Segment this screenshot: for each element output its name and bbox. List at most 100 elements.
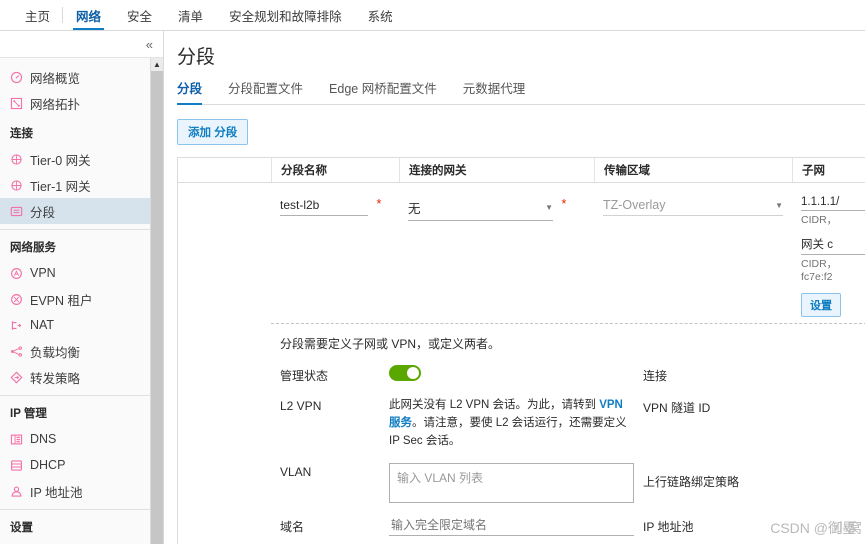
ip-pool-icon xyxy=(11,486,22,497)
topnav-label: 系统 xyxy=(367,9,393,24)
sidebar-item-label: IP 地址池 xyxy=(30,485,83,500)
sidebar-item-ip-address-pools[interactable]: IP 地址池 xyxy=(0,478,163,504)
subnet-hint-2-line1: CIDR， xyxy=(801,258,838,271)
sidebar-collapse-button[interactable]: « xyxy=(0,31,163,58)
double-chevron-left-icon: « xyxy=(145,36,153,52)
sidebar-item-label: 网络概览 xyxy=(30,71,81,86)
sidebar-group-ip-management: IP 管理 xyxy=(10,408,47,420)
topnav-label: 网络 xyxy=(76,9,102,24)
sidebar-item-label: Tier-0 网关 xyxy=(30,153,91,168)
nat-icon xyxy=(11,320,22,330)
sidebar-item-network-overview[interactable]: 网络概览 xyxy=(0,64,163,90)
sidebar-item-dns[interactable]: DNS xyxy=(0,426,163,452)
tab-metadata-proxy[interactable]: 元数据代理 xyxy=(463,78,539,104)
l2vpn-text-after: 。请注意，要使 L2 会话运行，还需要定义 IP Sec 会话。 xyxy=(389,416,627,447)
sidebar-item-network-topology[interactable]: 网络拓扑 xyxy=(0,90,163,116)
sidebar-item-label: 分段 xyxy=(30,205,56,220)
table-header-segment-name: 分段名称 xyxy=(271,158,399,182)
gateway-icon xyxy=(11,179,22,191)
dns-icon xyxy=(10,434,23,444)
required-asterisk: * xyxy=(376,196,382,211)
connected-gateway-cell: 无 ▼ * xyxy=(399,183,594,221)
sidebar-item-forwarding-policy[interactable]: 转发策略 xyxy=(0,364,163,390)
form-row-admin-state: 管理状态 连接 xyxy=(280,365,865,384)
tab-label: Edge 网桥配置文件 xyxy=(329,82,437,96)
vlan-list-input[interactable]: 输入 VLAN 列表 xyxy=(389,463,634,504)
admin-state-toggle[interactable] xyxy=(389,365,421,381)
transport-zone-select[interactable]: TZ-Overlay ▼ xyxy=(603,196,783,216)
topnav-item-security[interactable]: 安全 xyxy=(114,0,165,30)
sidebar-item-segments[interactable]: 分段 xyxy=(0,198,163,224)
page-title: 分段 xyxy=(177,47,216,68)
form-value-domain-name xyxy=(389,516,634,537)
content-tabs: 分段 分段配置文件 Edge 网桥配置文件 元数据代理 xyxy=(177,78,865,105)
subnet-hint-2-line2: fc7e:f2 xyxy=(801,271,833,284)
form-label-connectivity: 连接 xyxy=(643,369,668,383)
sidebar-item-tier1-gateway[interactable]: Tier-1 网关 xyxy=(0,172,163,198)
segment-detail-form: 分段需要定义子网或 VPN，或定义两者。 管理状态 连接 L2 VPN 此网关没… xyxy=(271,323,865,544)
topnav-label: 清单 xyxy=(178,9,204,24)
topnav-item-home[interactable]: 主页 xyxy=(12,0,64,30)
form-row-l2-vpn: L2 VPN 此网关没有 L2 VPN 会话。为此，请转到 VPN 服务。请注意… xyxy=(280,397,865,450)
sidebar-item-load-balancing[interactable]: 负载均衡 xyxy=(0,338,163,364)
transport-zone-value: TZ-Overlay xyxy=(603,198,666,212)
forwarding-policy-icon xyxy=(10,370,23,384)
sidebar-item-nat[interactable]: NAT xyxy=(0,312,163,338)
form-row-domain-name: 域名 IP 地址池 xyxy=(280,516,865,537)
tab-segments[interactable]: 分段 xyxy=(177,78,215,105)
form-label-admin-state: 管理状态 xyxy=(280,369,329,383)
sidebar-item-label: 负载均衡 xyxy=(30,345,81,360)
segments-table: 分段名称 连接的网关 传输区域 子网 * 无 ▼ * xyxy=(177,157,865,544)
subnet-address-value[interactable]: 1.1.1.1/ xyxy=(801,196,865,211)
sidebar-item-vpn[interactable]: VPN xyxy=(0,260,163,286)
sidebar-item-tier0-gateway[interactable]: Tier-0 网关 xyxy=(0,146,163,172)
top-navigation-bar: 主页 网络 安全 清单 安全规划和故障排除 系统 xyxy=(0,0,865,31)
topnav-item-system[interactable]: 系统 xyxy=(355,0,406,30)
tab-segment-profiles[interactable]: 分段配置文件 xyxy=(228,78,316,104)
sidebar: « 网络概览 网络拓扑 连接 Tier-0 网关 Tier-1 网关 分段 网络… xyxy=(0,31,164,544)
sidebar-item-label: EVPN 租户 xyxy=(30,293,93,308)
domain-name-input[interactable] xyxy=(389,516,634,537)
table-header-transport-zone: 传输区域 xyxy=(594,158,792,182)
scroll-up-arrow-icon[interactable]: ▲ xyxy=(151,58,163,71)
chevron-down-icon: ▼ xyxy=(775,200,783,210)
table-header-subnets: 子网 xyxy=(792,158,865,182)
segment-name-cell: * xyxy=(271,183,399,216)
table-header-row: 分段名称 连接的网关 传输区域 子网 xyxy=(178,158,865,183)
transport-zone-cell: TZ-Overlay ▼ xyxy=(594,183,792,216)
main-content: 分段 分段 分段配置文件 Edge 网桥配置文件 元数据代理 添加 分段 分段名… xyxy=(164,31,865,544)
segment-icon xyxy=(10,206,23,216)
form-label-uplink-teaming-policy: 上行链路绑定策略 xyxy=(643,475,740,490)
sidebar-item-label: VPN xyxy=(30,266,56,280)
sidebar-item-dhcp[interactable]: DHCP xyxy=(0,452,163,478)
subnet-gateway-value[interactable]: 网关 c xyxy=(801,236,865,256)
form-value-l2-vpn: 此网关没有 L2 VPN 会话。为此，请转到 VPN 服务。请注意，要使 L2 … xyxy=(389,397,634,450)
sidebar-item-label: NAT xyxy=(30,318,55,332)
tab-edge-bridge-profiles[interactable]: Edge 网桥配置文件 xyxy=(329,78,450,104)
required-asterisk: * xyxy=(561,196,567,211)
topnav-item-plan-troubleshoot[interactable]: 安全规划和故障排除 xyxy=(216,0,355,30)
tab-label: 元数据代理 xyxy=(462,82,526,96)
topnav-label: 安全规划和故障排除 xyxy=(229,9,342,24)
sidebar-item-label: 转发策略 xyxy=(30,371,81,386)
row-handle-cell xyxy=(178,183,271,323)
form-label-vpn-tunnel-id: VPN 隧道 ID xyxy=(643,401,711,415)
vpn-icon xyxy=(11,267,22,279)
sidebar-item-label: Tier-1 网关 xyxy=(30,179,91,194)
sidebar-group-connectivity: 连接 xyxy=(10,128,33,140)
dashboard-icon xyxy=(10,71,23,83)
connected-gateway-select[interactable]: 无 ▼ xyxy=(408,196,553,221)
subnet-hint-1: CIDR， xyxy=(801,214,838,226)
form-label-vlan: VLAN xyxy=(280,465,312,480)
sidebar-scrollbar[interactable]: ▲ xyxy=(150,58,163,544)
add-segment-button[interactable]: 添加 分段 xyxy=(177,119,249,145)
tab-label: 分段 xyxy=(177,82,203,96)
detail-note: 分段需要定义子网或 VPN，或定义两者。 xyxy=(280,337,501,351)
segment-name-input[interactable] xyxy=(280,196,368,216)
topnav-label: 主页 xyxy=(25,9,51,24)
topnav-item-networking[interactable]: 网络 xyxy=(63,0,114,30)
connected-gateway-value: 无 xyxy=(408,202,421,216)
topnav-item-inventory[interactable]: 清单 xyxy=(165,0,216,30)
sidebar-item-evpn-tenant[interactable]: EVPN 租户 xyxy=(0,286,163,312)
subnet-settings-button[interactable]: 设置 xyxy=(801,293,841,318)
